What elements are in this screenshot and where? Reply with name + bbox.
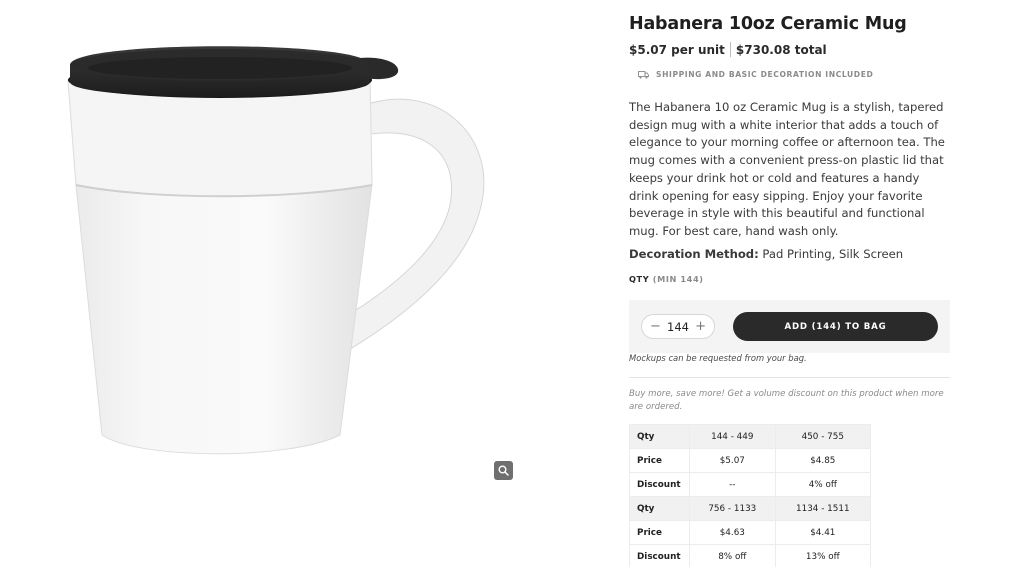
add-to-bag-button[interactable]: ADD (144) TO BAG bbox=[733, 312, 938, 341]
shipping-text: SHIPPING AND BASIC DECORATION INCLUDED bbox=[656, 70, 874, 79]
price-divider bbox=[729, 42, 731, 57]
decoration-value: Pad Printing, Silk Screen bbox=[762, 246, 904, 261]
decrement-button[interactable]: − bbox=[650, 319, 661, 334]
qty-label: QTY (MIN 144) bbox=[629, 274, 959, 284]
tier-qty: 144 - 449 bbox=[689, 424, 776, 449]
decoration-method: Decoration Method: Pad Printing, Silk Sc… bbox=[629, 247, 959, 261]
table-row: Price $4.63 $4.41 bbox=[629, 520, 872, 545]
pricing-table: Qty 144 - 449 450 - 755 Price $5.07 $4.8… bbox=[629, 424, 872, 567]
tier-price: $5.07 bbox=[689, 448, 776, 473]
tier-price: $4.85 bbox=[774, 448, 872, 473]
zoom-button[interactable] bbox=[494, 461, 513, 480]
table-row: Qty 756 - 1133 1134 - 1511 bbox=[629, 496, 872, 521]
increment-button[interactable]: + bbox=[695, 319, 706, 334]
tier-qty: 756 - 1133 bbox=[689, 496, 776, 521]
product-title: Habanera 10oz Ceramic Mug bbox=[629, 14, 907, 34]
qty-label-text: QTY bbox=[629, 273, 650, 284]
volume-discount-note: Buy more, save more! Get a volume discou… bbox=[629, 389, 944, 412]
mockup-note: Mockups can be requested from your bag. bbox=[629, 353, 807, 363]
quantity-value[interactable]: 144 bbox=[667, 320, 689, 334]
row-header-discount: Discount bbox=[629, 472, 690, 497]
qty-min-note: (MIN 144) bbox=[652, 273, 704, 284]
product-image-area bbox=[0, 0, 600, 567]
quantity-stepper[interactable]: − 144 + bbox=[641, 314, 715, 339]
total-price: $730.08 total bbox=[735, 42, 827, 57]
tier-qty: 1134 - 1511 bbox=[774, 496, 872, 521]
tier-qty: 450 - 755 bbox=[774, 424, 872, 449]
divider bbox=[629, 377, 950, 378]
decoration-label: Decoration Method: bbox=[629, 246, 759, 261]
tier-discount: 4% off bbox=[774, 472, 872, 497]
table-row: Discount 8% off 13% off bbox=[629, 544, 872, 567]
row-header-price: Price bbox=[629, 520, 690, 545]
unit-price: $5.07 per unit bbox=[629, 42, 725, 57]
tier-discount: 13% off bbox=[774, 544, 872, 567]
product-description: The Habanera 10 oz Ceramic Mug is a styl… bbox=[629, 100, 945, 238]
row-header-qty: Qty bbox=[629, 496, 690, 521]
product-image bbox=[67, 46, 485, 455]
tier-price: $4.41 bbox=[774, 520, 872, 545]
table-row: Discount -- 4% off bbox=[629, 472, 872, 497]
tier-discount: -- bbox=[689, 472, 776, 497]
truck-icon bbox=[638, 70, 649, 79]
tier-price: $4.63 bbox=[689, 520, 776, 545]
price-row: $5.07 per unit $730.08 total bbox=[629, 42, 959, 57]
row-header-discount: Discount bbox=[629, 544, 690, 567]
shipping-note: SHIPPING AND BASIC DECORATION INCLUDED bbox=[638, 70, 959, 79]
quantity-panel: − 144 + ADD (144) TO BAG bbox=[629, 300, 950, 353]
row-header-qty: Qty bbox=[629, 424, 690, 449]
row-header-price: Price bbox=[629, 448, 690, 473]
table-row: Qty 144 - 449 450 - 755 bbox=[629, 424, 872, 449]
magnifier-icon bbox=[498, 465, 509, 476]
tier-discount: 8% off bbox=[689, 544, 776, 567]
product-details: Habanera 10oz Ceramic Mug $5.07 per unit… bbox=[629, 14, 959, 284]
table-row: Price $5.07 $4.85 bbox=[629, 448, 872, 473]
